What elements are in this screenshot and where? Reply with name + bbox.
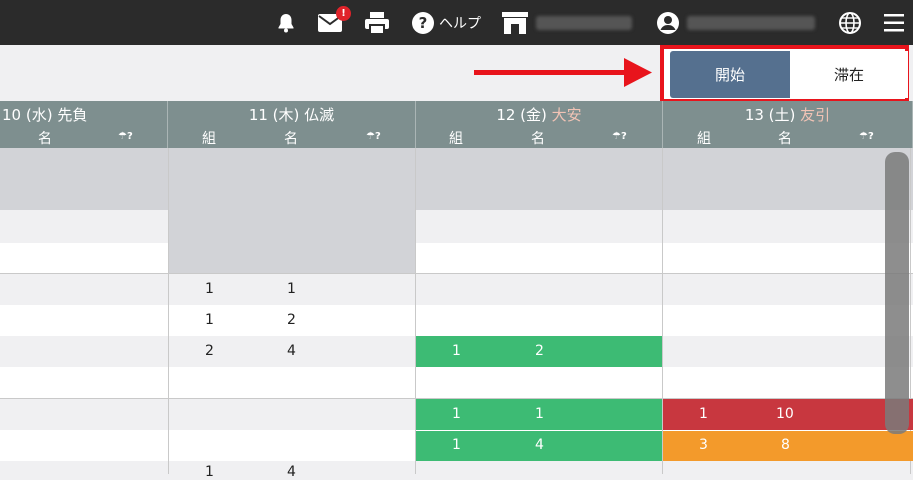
header-date: 10 (水) bbox=[2, 106, 53, 124]
user-icon bbox=[657, 11, 679, 34]
user-name-redacted bbox=[687, 15, 815, 30]
table-row bbox=[0, 461, 913, 474]
cell-groups: 2 bbox=[205, 343, 214, 359]
header-sub-name: 名 bbox=[38, 131, 52, 147]
umbrella-icon: ☂? bbox=[118, 131, 133, 142]
umbrella-icon: ☂? bbox=[366, 131, 381, 142]
cell-groups: 1 bbox=[205, 464, 214, 480]
cell-people: 1 bbox=[535, 406, 544, 422]
vertical-scrollbar[interactable] bbox=[885, 152, 909, 434]
cell-groups: 1 bbox=[699, 406, 708, 422]
cell-groups: 1 bbox=[205, 281, 214, 297]
header-sub-groups: 組 bbox=[449, 131, 463, 147]
cell-groups: 1 bbox=[452, 343, 461, 359]
header-date: 12 (金) bbox=[496, 106, 547, 124]
cell-groups: 3 bbox=[699, 437, 708, 453]
top-bar: ! ? ヘルプ bbox=[0, 0, 913, 45]
column-header-12: 12 (金) 大安 組 名 ☂? bbox=[416, 101, 663, 148]
table-row bbox=[0, 367, 913, 398]
printer-icon[interactable] bbox=[365, 0, 389, 45]
svg-text:?: ? bbox=[419, 14, 428, 32]
store-name-redacted bbox=[536, 15, 632, 30]
header-sub-name: 名 bbox=[284, 131, 298, 147]
header-rokuyo: 仏滅 bbox=[304, 106, 335, 124]
cell-people: 2 bbox=[535, 343, 544, 359]
bell-icon[interactable] bbox=[277, 0, 295, 45]
user-menu[interactable] bbox=[657, 0, 815, 45]
calendar-grid: 10 (水) 先負 名 ☂? 11 (木) 仏滅 組 名 ☂? 12 (金) 大… bbox=[0, 101, 913, 480]
column-header-10: 10 (水) 先負 名 ☂? bbox=[0, 101, 168, 148]
header-date: 11 (木) bbox=[248, 106, 300, 124]
cell-people: 4 bbox=[287, 343, 296, 359]
start-toggle-button[interactable]: 開始 bbox=[670, 51, 790, 98]
table-row bbox=[0, 148, 913, 210]
umbrella-icon: ☂? bbox=[859, 131, 874, 142]
header-sub-groups: 組 bbox=[697, 131, 711, 147]
table-row bbox=[0, 274, 913, 305]
umbrella-icon: ☂? bbox=[612, 131, 627, 142]
mail-badge: ! bbox=[336, 6, 351, 21]
header-sub-name: 名 bbox=[778, 131, 792, 147]
cell-people: 2 bbox=[287, 312, 296, 328]
help-link[interactable]: ? ヘルプ bbox=[412, 0, 481, 45]
help-icon: ? bbox=[412, 11, 434, 34]
header-sub-groups: 組 bbox=[202, 131, 216, 147]
cell-people: 1 bbox=[287, 281, 296, 297]
cell-groups: 1 bbox=[452, 437, 461, 453]
store-icon bbox=[502, 11, 528, 34]
cell-people: 8 bbox=[781, 437, 790, 453]
header-date: 13 (土) bbox=[744, 106, 796, 124]
cell-people: 4 bbox=[535, 437, 544, 453]
red-arrow-icon bbox=[474, 58, 652, 87]
store-menu[interactable] bbox=[502, 0, 632, 45]
closed-block bbox=[169, 148, 415, 274]
header-rokuyo: 大安 bbox=[551, 106, 582, 124]
row-divider bbox=[0, 273, 913, 274]
cell-groups: 1 bbox=[452, 406, 461, 422]
stay-toggle-button[interactable]: 滞在 bbox=[790, 51, 908, 98]
help-label: ヘルプ bbox=[439, 15, 481, 32]
header-rokuyo: 先負 bbox=[57, 106, 88, 124]
header-rokuyo: 友引 bbox=[800, 106, 831, 124]
column-header-13: 13 (土) 友引 組 名 ☂? bbox=[663, 101, 913, 148]
menu-icon[interactable] bbox=[884, 0, 904, 45]
header-sub-name: 名 bbox=[531, 131, 545, 147]
table-row bbox=[0, 305, 913, 336]
cell-groups: 1 bbox=[205, 312, 214, 328]
column-header-11: 11 (木) 仏滅 組 名 ☂? bbox=[168, 101, 416, 148]
cell-people: 10 bbox=[776, 406, 794, 422]
globe-icon[interactable] bbox=[839, 0, 861, 45]
cell-people: 4 bbox=[287, 464, 296, 480]
